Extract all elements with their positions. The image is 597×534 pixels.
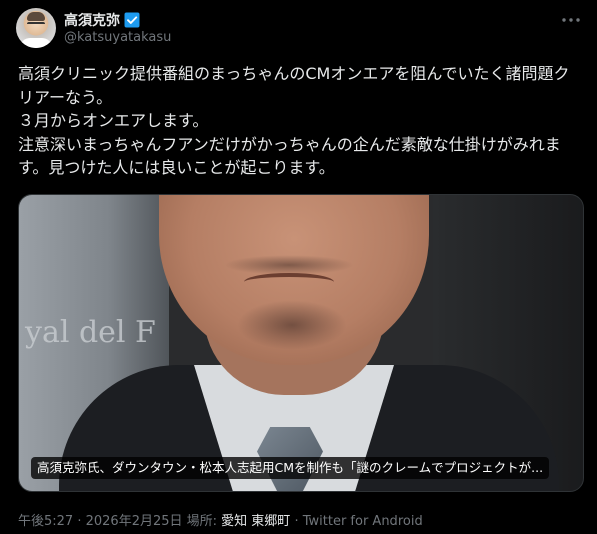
photo-wall-text: yal del F — [25, 315, 156, 350]
photo-mouth — [244, 273, 334, 291]
user-handle[interactable]: @katsuyatakasu — [64, 30, 171, 45]
verified-badge-icon — [124, 12, 140, 28]
tweet-date[interactable]: 2026年2月25日 — [86, 514, 183, 529]
media-caption[interactable]: 高須克弥氏、ダウンタウン・松本人志起用CMを制作も「謎のクレームでプロジェクトが… — [31, 457, 550, 479]
more-options-icon[interactable] — [561, 10, 581, 30]
meta-separator: · — [290, 514, 303, 529]
name-row[interactable]: 高須克弥 — [64, 10, 140, 30]
avatar[interactable] — [16, 8, 56, 48]
location-label: 場所: — [182, 514, 222, 529]
tweet-text: 高須クリニック提供番組のまっちゃんのCMオンエアを阻んでいたく諸問題クリアーなう… — [18, 64, 570, 177]
tweet-time[interactable]: 午後5:27 — [18, 514, 73, 529]
meta-separator: · — [73, 514, 86, 529]
tweet-media-card[interactable]: yal del F 高須克弥氏、ダウンタウン・松本人志起用CMを制作も「謎のクレ… — [18, 194, 584, 492]
avatar-hair — [27, 12, 45, 21]
more-dots-icon — [562, 18, 580, 22]
photo-beard — [237, 300, 347, 350]
display-name[interactable]: 高須克弥 — [64, 10, 120, 30]
tweet-location[interactable]: 愛知 東郷町 — [221, 514, 290, 529]
tweet-meta: 午後5:27 · 2026年2月25日 場所: 愛知 東郷町 · Twitter… — [18, 510, 423, 529]
tweet-header: 高須克弥 @katsuyatakasu — [16, 6, 581, 52]
avatar-shirt — [20, 38, 52, 48]
tweet-client: Twitter for Android — [302, 514, 423, 529]
photo-mustache — [224, 255, 354, 275]
avatar-glasses — [27, 22, 45, 28]
